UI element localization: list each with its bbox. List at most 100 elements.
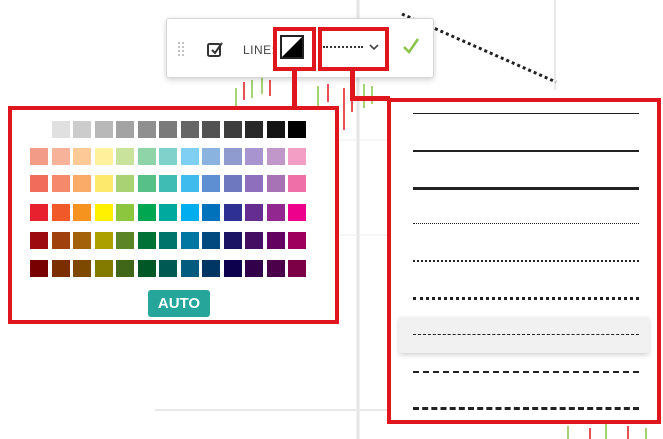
color-swatch[interactable] (202, 204, 220, 221)
color-swatch[interactable] (116, 260, 134, 277)
color-swatch[interactable] (116, 204, 134, 221)
color-swatch[interactable] (51, 260, 70, 277)
color-swatch[interactable] (288, 260, 306, 277)
color-swatch[interactable] (180, 204, 199, 221)
line-style-preview (413, 370, 639, 373)
line-style-option-dashed-medium[interactable] (399, 354, 649, 390)
color-swatch[interactable] (159, 175, 177, 192)
color-swatch[interactable] (223, 204, 242, 221)
edit-checkbox-icon[interactable] (205, 39, 225, 59)
color-swatch[interactable] (245, 260, 263, 277)
color-swatch[interactable] (30, 175, 48, 192)
color-swatch[interactable] (266, 232, 285, 249)
line-style-option-dashed-thick[interactable] (399, 390, 649, 420)
color-swatch[interactable] (94, 260, 113, 277)
color-swatch[interactable] (223, 148, 242, 165)
color-swatch[interactable] (266, 148, 285, 165)
line-style-option-dashed-thin[interactable] (399, 316, 649, 353)
color-swatch[interactable] (51, 148, 70, 165)
color-swatch[interactable] (51, 121, 70, 138)
color-swatch[interactable] (73, 204, 91, 221)
color-swatch[interactable] (202, 121, 220, 138)
color-swatch[interactable] (30, 204, 48, 221)
color-swatch[interactable] (288, 148, 306, 165)
color-swatch[interactable] (30, 121, 48, 138)
color-swatch[interactable] (266, 175, 285, 192)
line-style-preview (413, 149, 639, 152)
checkmark-icon[interactable] (401, 35, 421, 57)
color-swatch[interactable] (180, 260, 199, 277)
color-swatch[interactable] (180, 175, 199, 192)
color-swatch[interactable] (202, 260, 220, 277)
color-swatch[interactable] (51, 232, 70, 249)
color-swatch[interactable] (245, 175, 263, 192)
color-swatch[interactable] (116, 232, 134, 249)
color-swatch[interactable] (73, 175, 91, 192)
line-style-preview (413, 407, 639, 411)
highlight-frame-color-button (273, 27, 316, 71)
color-swatch[interactable] (159, 260, 177, 277)
color-swatch[interactable] (180, 121, 199, 138)
color-swatch[interactable] (116, 121, 134, 138)
color-swatch[interactable] (137, 232, 156, 249)
color-swatch[interactable] (202, 148, 220, 165)
color-swatch[interactable] (288, 204, 306, 221)
color-swatch[interactable] (137, 204, 156, 221)
auto-color-button[interactable]: AUTO (148, 290, 210, 317)
color-swatch[interactable] (223, 232, 242, 249)
color-swatch[interactable] (159, 232, 177, 249)
highlight-frame-style-button (318, 27, 389, 71)
color-swatch[interactable] (159, 204, 177, 221)
line-style-preview (413, 260, 639, 263)
color-swatch[interactable] (94, 175, 113, 192)
color-swatch[interactable] (94, 121, 113, 138)
color-swatch[interactable] (180, 148, 199, 165)
color-swatch[interactable] (223, 260, 242, 277)
drag-grip-icon[interactable] (177, 41, 185, 57)
color-swatch[interactable] (266, 121, 285, 138)
color-swatch[interactable] (94, 204, 113, 221)
color-swatch[interactable] (73, 232, 91, 249)
color-swatch[interactable] (137, 175, 156, 192)
line-style-preview (413, 297, 639, 300)
color-swatch[interactable] (30, 232, 48, 249)
color-swatch[interactable] (223, 175, 242, 192)
color-swatch[interactable] (137, 121, 156, 138)
color-swatch[interactable] (73, 260, 91, 277)
color-swatch[interactable] (94, 232, 113, 249)
color-swatch[interactable] (30, 260, 48, 277)
color-swatch[interactable] (245, 232, 263, 249)
color-swatch[interactable] (223, 121, 242, 138)
color-swatch[interactable] (73, 148, 91, 165)
color-swatch[interactable] (288, 232, 306, 249)
color-swatch[interactable] (180, 232, 199, 249)
color-swatch[interactable] (288, 175, 306, 192)
color-swatch[interactable] (288, 121, 306, 138)
line-style-option-solid-medium[interactable] (399, 133, 649, 169)
color-swatch[interactable] (266, 260, 285, 277)
line-style-option-solid-thin[interactable] (399, 102, 649, 132)
color-swatch[interactable] (51, 204, 70, 221)
color-swatch[interactable] (202, 232, 220, 249)
line-style-option-solid-thick[interactable] (399, 170, 649, 206)
color-swatch[interactable] (245, 148, 263, 165)
color-swatch[interactable] (51, 175, 70, 192)
color-swatch[interactable] (116, 148, 134, 165)
line-style-preview (413, 333, 639, 335)
color-swatch[interactable] (266, 204, 285, 221)
color-swatch[interactable] (30, 148, 48, 165)
color-swatch[interactable] (159, 148, 177, 165)
line-style-option-dotted-medium[interactable] (399, 243, 649, 279)
color-swatch[interactable] (245, 121, 263, 138)
line-style-option-dotted-thick[interactable] (399, 280, 649, 316)
color-swatch[interactable] (116, 175, 134, 192)
color-swatch[interactable] (202, 175, 220, 192)
line-style-list (391, 102, 657, 420)
color-swatch[interactable] (159, 121, 177, 138)
color-swatch[interactable] (245, 204, 263, 221)
color-swatch[interactable] (137, 260, 156, 277)
color-swatch[interactable] (94, 148, 113, 165)
line-style-option-dotted-thin[interactable] (399, 206, 649, 242)
color-swatch[interactable] (73, 121, 91, 138)
color-swatch[interactable] (137, 148, 156, 165)
